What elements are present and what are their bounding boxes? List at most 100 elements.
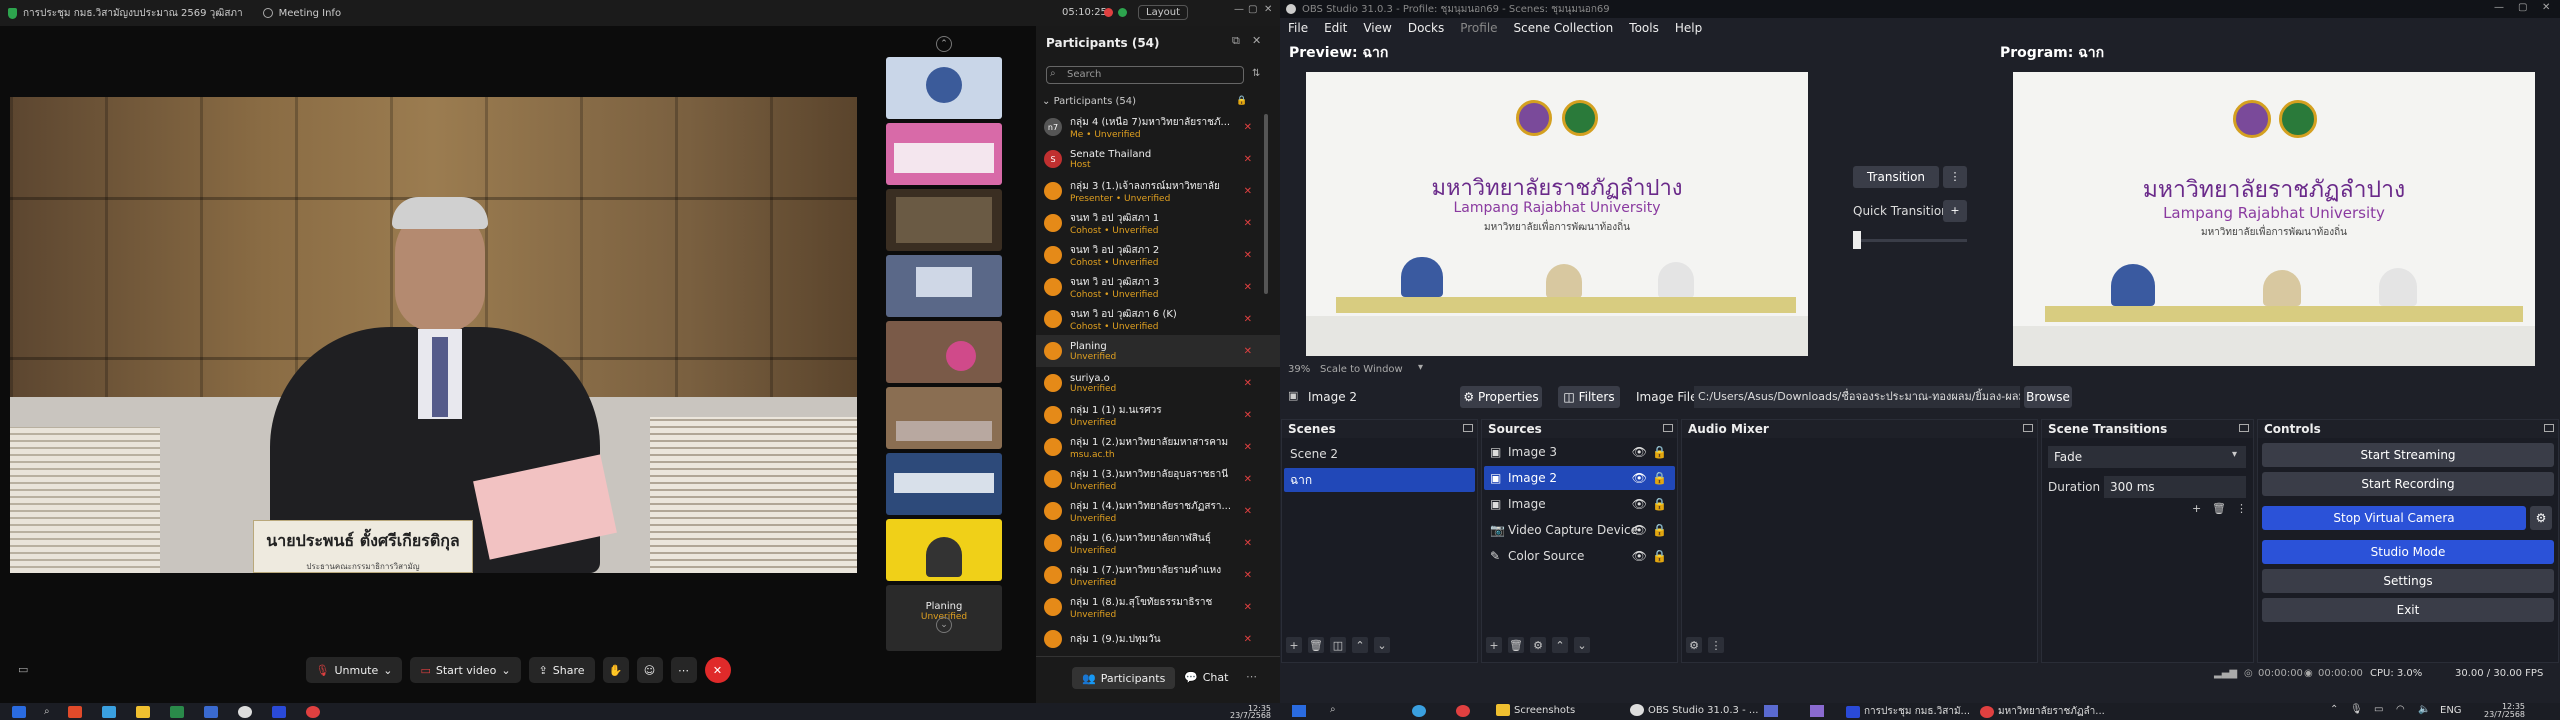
participant-row[interactable]: กลุ่ม 1 (8.)ม.สุโขทัยธรรมาธิราช Unverifie… [1036, 591, 1280, 623]
edge-icon[interactable] [1412, 705, 1426, 717]
mic-icon[interactable]: 🎙 [2350, 704, 2363, 715]
trash-icon[interactable]: 🗑 [1508, 637, 1524, 653]
chevron-down-icon[interactable]: ▾ [2232, 449, 2237, 460]
close-icon[interactable]: ✕ [2542, 2, 2550, 13]
app-icon[interactable] [1810, 705, 1824, 717]
eye-icon[interactable]: 👁 [1632, 445, 1647, 459]
participant-row[interactable]: suriya.o Unverified ✕ [1036, 367, 1280, 399]
eye-icon[interactable]: 👁 [1632, 549, 1647, 563]
trash-icon[interactable]: 🗑 [2212, 502, 2226, 515]
participant-row[interactable]: กลุ่ม 1 (1) ม.นเรศวร Unverified ✕ [1036, 399, 1280, 431]
transition-slider[interactable] [1853, 239, 1967, 242]
slider-handle[interactable] [1853, 231, 1861, 249]
transition-menu-icon[interactable]: ⋮ [1943, 166, 1967, 188]
transition-button[interactable]: Transition [1853, 166, 1939, 188]
undock-icon[interactable] [2544, 424, 2554, 432]
lock-icon[interactable]: 🔒 [1652, 523, 1667, 537]
virtual-camera-settings-icon[interactable]: ⚙ [2530, 506, 2552, 530]
thumbnail[interactable] [886, 57, 1002, 119]
participants-group-header[interactable]: ⌄ Participants (54) [1042, 96, 1136, 107]
transition-select[interactable]: Fade [2048, 446, 2246, 468]
close-icon[interactable]: ✕ [1252, 34, 1261, 47]
close-icon[interactable]: ✕ [1264, 4, 1272, 15]
participant-row[interactable]: จนท วิ อป วุฒิสภา 6 (K) Cohost • Unverifi… [1036, 303, 1280, 335]
info-icon[interactable] [262, 8, 273, 18]
raise-hand-button[interactable]: ✋ [602, 657, 629, 683]
battery-icon[interactable]: ▭ [2374, 704, 2383, 715]
thumbnail[interactable] [886, 387, 1002, 449]
search-icon[interactable]: ⌕ [44, 706, 50, 717]
participant-row[interactable]: กลุ่ม 1 (9.)ม.ปทุมวัน ✕ [1036, 623, 1280, 651]
participant-row[interactable]: กลุ่ม 1 (4.)มหาวิทยาลัยราชภัฏสรา... Unver… [1036, 495, 1280, 527]
participant-row[interactable]: n7 กลุ่ม 4 (เหนือ 7)มหาวิทยาลัยราชภั... Me… [1036, 111, 1280, 143]
undock-icon[interactable] [1463, 424, 1473, 432]
menu-scene-collection[interactable]: Scene Collection [1514, 21, 1614, 35]
unmute-button[interactable]: 🎙 Unmute ⌄ [305, 657, 403, 683]
properties-button[interactable]: ⚙ Properties [1460, 386, 1542, 408]
chevron-down-icon[interactable]: ▾ [1418, 362, 1423, 373]
wifi-icon[interactable]: ◠ [2396, 704, 2405, 715]
app-icon[interactable] [169, 705, 184, 718]
windows-start-icon[interactable] [1292, 705, 1306, 717]
app-icon[interactable] [67, 705, 82, 718]
windows-start-icon[interactable] [12, 705, 26, 718]
scroll-down-icon[interactable]: ⌄ [936, 617, 952, 633]
search-input[interactable]: Search [1046, 66, 1244, 84]
menu-docks[interactable]: Docks [1408, 21, 1444, 35]
menu-help[interactable]: Help [1675, 21, 1702, 35]
lock-icon[interactable]: 🔒 [1652, 471, 1667, 485]
start-recording-button[interactable]: Start Recording [2262, 472, 2554, 496]
app-icon[interactable] [203, 705, 218, 718]
arrow-up-icon[interactable]: ⌃ [1552, 637, 1568, 653]
arrow-up-icon[interactable]: ⌃ [1352, 637, 1368, 653]
thumbnail[interactable] [886, 123, 1002, 185]
add-icon[interactable]: + [1286, 637, 1302, 653]
tray-chevron-icon[interactable]: ⌃ [2330, 704, 2338, 715]
studio-mode-button[interactable]: Studio Mode [2262, 540, 2554, 564]
arrow-down-icon[interactable]: ⌄ [1374, 637, 1390, 653]
image-path-field[interactable]: C:/Users/Asus/Downloads/ชื่อจองระประมาณ-… [1694, 386, 2020, 408]
thumbnail[interactable] [886, 519, 1002, 581]
filter-icon[interactable]: ◫ [1330, 637, 1346, 653]
menu-file[interactable]: File [1288, 21, 1308, 35]
scale-select[interactable]: Scale to Window [1320, 364, 1403, 375]
participant-row[interactable]: กลุ่ม 3 (1.)เจ้าลงกรณ์มหาวิทยาลัย Present… [1036, 175, 1280, 207]
record-icon[interactable] [1104, 8, 1113, 17]
layout-button[interactable]: Layout [1138, 5, 1188, 20]
participants-tab[interactable]: 👥 Participants [1072, 667, 1176, 689]
participant-row[interactable]: จนท วิ อป วุฒิสภา 2 Cohost • Unverified ✕ [1036, 239, 1280, 271]
more-button[interactable]: ⋯ [670, 657, 697, 683]
undock-icon[interactable] [2239, 424, 2249, 432]
settings-button[interactable]: Settings [2262, 569, 2554, 593]
reactions-button[interactable]: ☺ [636, 657, 663, 683]
undock-icon[interactable] [2023, 424, 2033, 432]
menu-dots-icon[interactable]: ⋮ [2236, 502, 2247, 515]
menu-view[interactable]: View [1363, 21, 1391, 35]
lock-icon[interactable]: 🔒 [1652, 549, 1667, 563]
lock-icon[interactable]: 🔒 [1652, 445, 1667, 459]
search-icon[interactable]: ⌕ [1330, 704, 1336, 715]
more-icon[interactable]: ⋯ [1246, 670, 1257, 683]
chevron-down-icon[interactable]: ⌄ [501, 664, 510, 677]
source-item[interactable]: ▣ Image 2 👁 🔒 [1484, 466, 1675, 490]
maximize-icon[interactable]: ▢ [2518, 2, 2527, 13]
maximize-icon[interactable]: ▢ [1248, 4, 1257, 15]
eye-icon[interactable]: 👁 [1632, 497, 1647, 511]
preview-canvas[interactable]: มหาวิทยาลัยราชภัฏลำปาง Lampang Rajabhat … [1306, 72, 1808, 356]
thumbnail[interactable] [886, 189, 1002, 251]
menu-profile[interactable]: Profile [1460, 21, 1497, 35]
gear-icon[interactable]: ⚙ [1686, 637, 1702, 653]
thumbnail[interactable] [886, 321, 1002, 383]
arrow-down-icon[interactable]: ⌄ [1574, 637, 1590, 653]
taskbar-app[interactable]: การประชุม กมธ.วิสามั... [1846, 704, 1970, 719]
minimize-icon[interactable]: — [2494, 2, 2504, 13]
zoom-icon[interactable] [271, 705, 286, 718]
share-button[interactable]: ⇪ Share [528, 657, 595, 683]
chrome-icon[interactable] [305, 705, 320, 718]
taskbar-app[interactable]: OBS Studio 31.0.3 - ... [1630, 704, 1758, 716]
minimize-icon[interactable]: — [1234, 4, 1244, 15]
menu-edit[interactable]: Edit [1324, 21, 1347, 35]
obs-icon[interactable] [237, 705, 252, 718]
menu-dots-icon[interactable]: ⋮ [1708, 637, 1724, 653]
scrollbar[interactable] [1264, 114, 1268, 294]
